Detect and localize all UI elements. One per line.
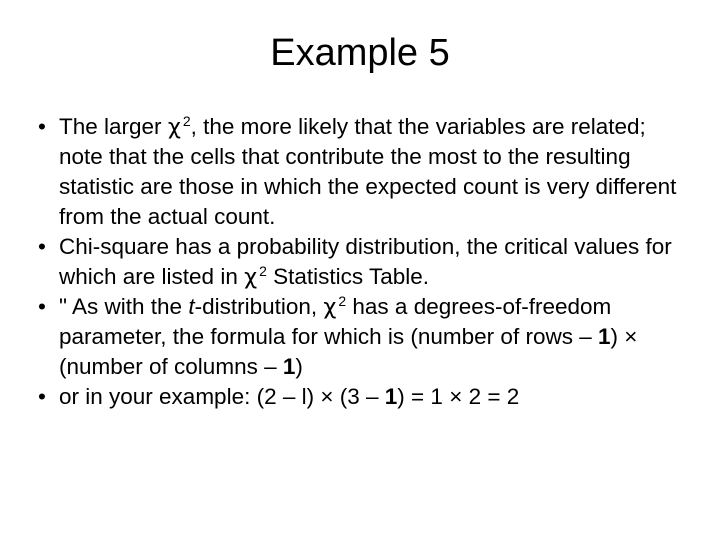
list-item: • The larger χ 2, the more likely that th… xyxy=(28,112,678,232)
bullet-marker-icon: • xyxy=(38,384,46,409)
bullet-1-text: The larger χ 2, the more likely that the … xyxy=(59,112,677,229)
bullet-marker-icon: • xyxy=(38,114,46,139)
list-item: • " As with the t-distribution, χ2 has a… xyxy=(28,292,678,382)
bullet-marker-icon: • xyxy=(38,294,46,319)
page-title: Example 5 xyxy=(270,32,450,74)
list-item: • or in your example: (2 – l) × (3 – 1) … xyxy=(28,382,678,412)
bullet-marker-icon: • xyxy=(38,234,46,259)
bullet-2-text: Chi-square has a probability distributio… xyxy=(59,234,672,290)
bullet-3-text: " As with the t-distribution, χ2 has a d… xyxy=(59,292,638,379)
list-item: • Chi-square has a probability distribut… xyxy=(28,232,678,292)
bullet-4-text: or in your example: (2 – l) × (3 – 1) = … xyxy=(59,384,520,409)
bullet-list: • The larger χ 2, the more likely that th… xyxy=(28,112,678,412)
slide-body: • The larger χ 2, the more likely that th… xyxy=(28,112,678,412)
slide-canvas: Example 5 • The larger χ 2, the more like… xyxy=(0,0,720,540)
